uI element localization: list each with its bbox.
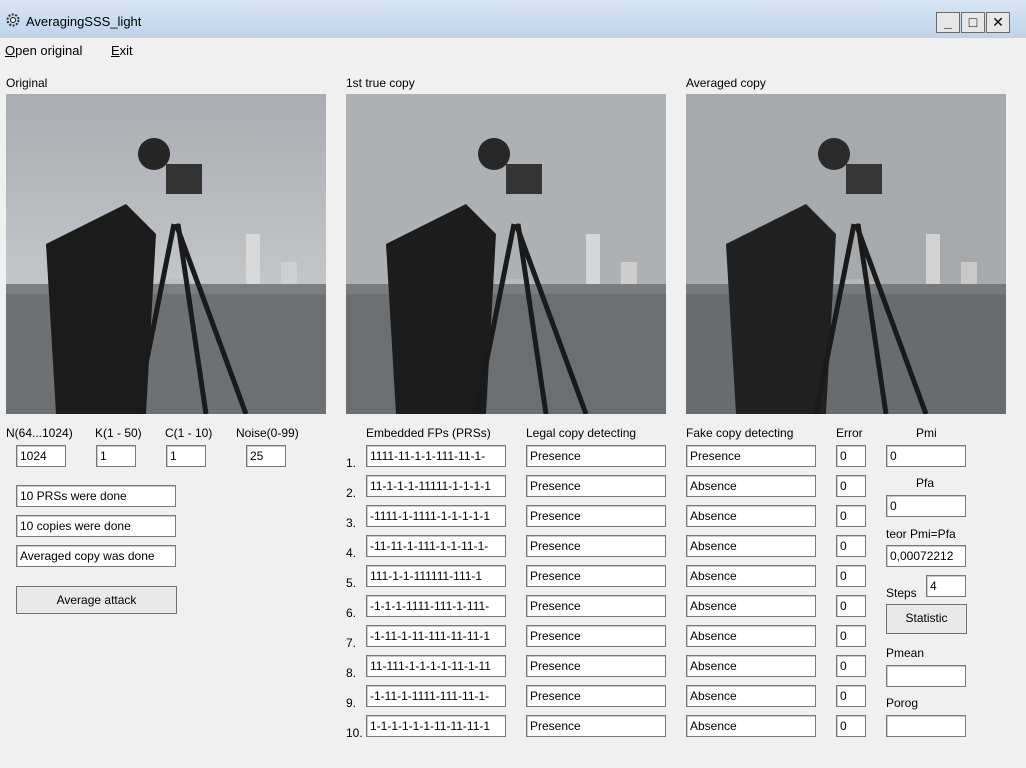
error-field[interactable]: 0: [836, 715, 866, 737]
legal-field[interactable]: Presence: [526, 505, 666, 527]
pmi-label: Pmi: [916, 426, 937, 440]
row-number: 4.: [346, 546, 357, 560]
maximize-button[interactable]: □: [961, 12, 985, 33]
title-bar: [0, 0, 1026, 39]
noise-label: Noise(0-99): [236, 426, 299, 440]
true-copy-label: 1st true copy: [346, 76, 415, 90]
fp-field[interactable]: -11-11-1-111-1-1-11-1-: [366, 535, 506, 557]
fp-field[interactable]: 111-1-1-111111-111-1: [366, 565, 506, 587]
status-copies: 10 copies were done: [16, 515, 176, 537]
minimize-button[interactable]: _: [936, 12, 960, 33]
legal-header: Legal copy detecting: [526, 426, 637, 440]
averaged-copy-image: [686, 94, 1006, 414]
status-averaged: Averaged copy was done: [16, 545, 176, 567]
row-number: 2.: [346, 486, 357, 500]
fake-field[interactable]: Absence: [686, 685, 816, 707]
porog-label: Porog: [886, 696, 919, 710]
embedded-header: Embedded FPs (PRSs): [366, 426, 491, 440]
fake-field[interactable]: Absence: [686, 715, 816, 737]
c-field[interactable]: 1: [166, 445, 206, 467]
legal-field[interactable]: Presence: [526, 625, 666, 647]
error-header: Error: [836, 426, 863, 440]
legal-field[interactable]: Presence: [526, 565, 666, 587]
fake-header: Fake copy detecting: [686, 426, 794, 440]
porog-field[interactable]: [886, 715, 966, 737]
error-field[interactable]: 0: [836, 625, 866, 647]
row-number: 8.: [346, 666, 357, 680]
fp-field[interactable]: 1111-11-1-1-111-11-1-: [366, 445, 506, 467]
error-field[interactable]: 0: [836, 535, 866, 557]
row-number: 7.: [346, 636, 357, 650]
n-field[interactable]: 1024: [16, 445, 66, 467]
error-field[interactable]: 0: [836, 595, 866, 617]
original-label: Original: [6, 76, 48, 90]
legal-field[interactable]: Presence: [526, 475, 666, 497]
fake-field[interactable]: Absence: [686, 565, 816, 587]
averaged-copy-label: Averaged copy: [686, 76, 766, 90]
fake-field[interactable]: Presence: [686, 445, 816, 467]
error-field[interactable]: 0: [836, 655, 866, 677]
fp-field[interactable]: -1-11-1-11-111-11-11-1: [366, 625, 506, 647]
row-number: 9.: [346, 696, 357, 710]
fp-field[interactable]: 11-111-1-1-1-1-11-1-11: [366, 655, 506, 677]
fake-field[interactable]: Absence: [686, 505, 816, 527]
fp-field[interactable]: -1111-1-1111-1-1-1-1-1: [366, 505, 506, 527]
statistic-button[interactable]: Statistic: [886, 604, 967, 634]
row-number: 5.: [346, 576, 357, 590]
legal-field[interactable]: Presence: [526, 595, 666, 617]
steps-field[interactable]: 4: [926, 575, 966, 597]
teor-label: teor Pmi=Pfa: [886, 527, 956, 541]
teor-field[interactable]: 0,00072212: [886, 545, 966, 567]
menu-open-original[interactable]: Open original: [5, 43, 82, 58]
n-label: N(64...1024): [6, 426, 73, 440]
legal-field[interactable]: Presence: [526, 715, 666, 737]
noise-field[interactable]: 25: [246, 445, 286, 467]
close-button[interactable]: ✕: [986, 12, 1010, 33]
menu-exit[interactable]: Exit: [111, 43, 133, 58]
legal-field[interactable]: Presence: [526, 655, 666, 677]
gear-icon: [6, 13, 20, 27]
fp-field[interactable]: -1-11-1-1111-111-11-1-: [366, 685, 506, 707]
true-copy-image: [346, 94, 666, 414]
legal-field[interactable]: Presence: [526, 445, 666, 467]
pmean-label: Pmean: [886, 646, 925, 660]
pmi-field[interactable]: 0: [886, 445, 966, 467]
error-field[interactable]: 0: [836, 475, 866, 497]
row-number: 10.: [346, 726, 363, 740]
original-image: [6, 94, 326, 414]
fp-field[interactable]: -1-1-1-1111-111-1-111-: [366, 595, 506, 617]
pfa-label: Pfa: [916, 476, 935, 490]
row-number: 1.: [346, 456, 357, 470]
row-number: 3.: [346, 516, 357, 530]
fake-field[interactable]: Absence: [686, 595, 816, 617]
window-title: AveragingSSS_light: [26, 14, 142, 29]
error-field[interactable]: 0: [836, 445, 866, 467]
average-attack-button[interactable]: Average attack: [16, 586, 177, 614]
menu-bar: [0, 38, 1026, 62]
fp-field[interactable]: 11-1-1-1-11111-1-1-1-1: [366, 475, 506, 497]
error-field[interactable]: 0: [836, 685, 866, 707]
pmean-field[interactable]: [886, 665, 966, 687]
legal-field[interactable]: Presence: [526, 535, 666, 557]
fake-field[interactable]: Absence: [686, 655, 816, 677]
fake-field[interactable]: Absence: [686, 475, 816, 497]
fp-field[interactable]: 1-1-1-1-1-1-11-11-11-1: [366, 715, 506, 737]
k-label: K(1 - 50): [95, 426, 142, 440]
error-field[interactable]: 0: [836, 565, 866, 587]
status-prs: 10 PRSs were done: [16, 485, 176, 507]
c-label: C(1 - 10): [165, 426, 213, 440]
steps-label: Steps: [886, 586, 917, 600]
legal-field[interactable]: Presence: [526, 685, 666, 707]
fake-field[interactable]: Absence: [686, 535, 816, 557]
k-field[interactable]: 1: [96, 445, 136, 467]
error-field[interactable]: 0: [836, 505, 866, 527]
row-number: 6.: [346, 606, 357, 620]
pfa-field[interactable]: 0: [886, 495, 966, 517]
fake-field[interactable]: Absence: [686, 625, 816, 647]
